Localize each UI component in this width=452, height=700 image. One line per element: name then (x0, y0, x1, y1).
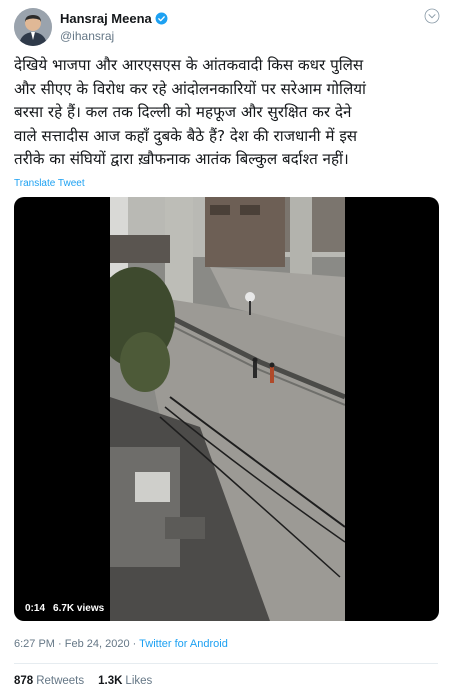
avatar[interactable] (14, 8, 52, 46)
retweets-stat[interactable]: 878 Retweets (14, 675, 84, 687)
tweet-text-line: वाले सत्तादीस आज कहाँ दुबके बैठे हैं? दे… (14, 126, 358, 145)
likes-label: Likes (125, 675, 153, 687)
retweets-count: 878 (14, 675, 34, 687)
translate-tweet-link[interactable]: Translate Tweet (14, 178, 85, 189)
likes-stat[interactable]: 1.3K Likes (98, 675, 152, 687)
tweet-text-line: देखिये भाजपा और आरएसएस के आंतकवादी किस क… (14, 56, 364, 74)
video-views: 6.7K views (53, 603, 105, 614)
tweet-text-line: तरीके का संघियों द्वारा ख़ौफनाक आतंक बिल… (14, 150, 349, 169)
verified-badge-icon (155, 12, 168, 25)
divider (14, 663, 438, 664)
tweet-text-line: और सीएए के विरोध कर रहे आंदोलनकारियों पर… (14, 79, 366, 98)
tweet-timestamp[interactable]: 6:27 PM · Feb 24, 2020 · (14, 638, 139, 650)
tweet-text-line: बरसा रहे हैं। कल तक दिल्ली को महफूज और स… (14, 103, 352, 122)
tweet-meta: 6:27 PM · Feb 24, 2020 · Twitter for And… (14, 638, 228, 650)
author-name[interactable]: Hansraj Meena (60, 11, 152, 26)
retweets-label: Retweets (36, 675, 85, 687)
chevron-down-icon[interactable] (424, 8, 440, 24)
avatar-image (14, 8, 52, 46)
tweet-stats: 878 Retweets 1.3K Likes (14, 675, 152, 687)
tweet-source-link[interactable]: Twitter for Android (139, 638, 228, 650)
tweet-card: Hansraj Meena @ihansraj देखिये भाजपा और … (0, 0, 452, 700)
author-name-row[interactable]: Hansraj Meena (60, 11, 168, 26)
author-handle[interactable]: @ihansraj (60, 29, 114, 43)
video-info-badge: 0:14 6.7K views (20, 601, 110, 616)
video-duration: 0:14 (25, 603, 46, 614)
video-frame (110, 197, 345, 621)
video-player[interactable]: 0:14 6.7K views (14, 197, 439, 621)
likes-count: 1.3K (98, 675, 123, 687)
tweet-text: देखिये भाजपा और आरएसएस के आंतकवादी किस क… (14, 54, 442, 172)
